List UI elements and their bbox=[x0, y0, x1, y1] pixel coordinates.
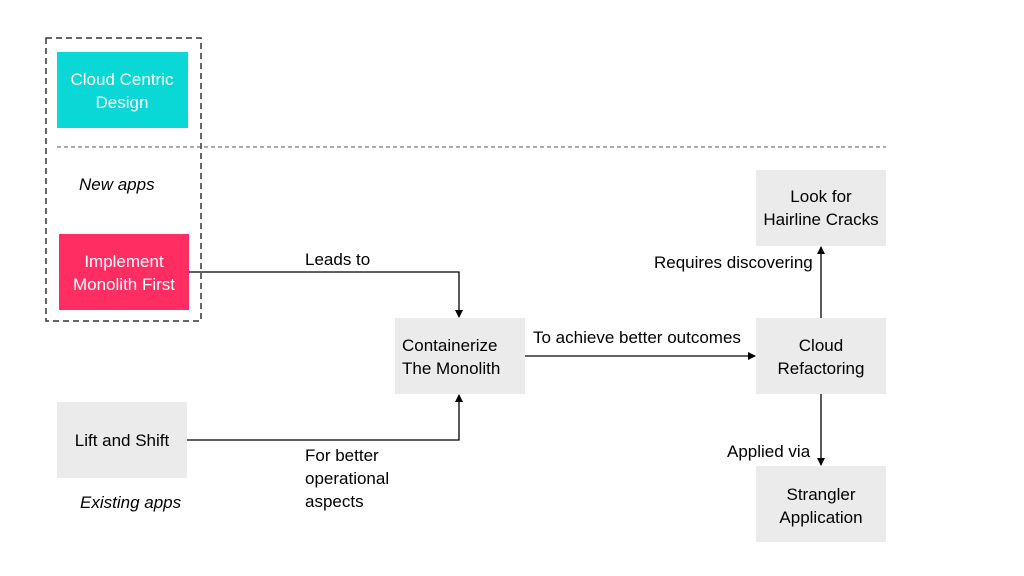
node-cloud-centric-design: Cloud Centric Design bbox=[57, 52, 188, 128]
node-label: Lift and Shift bbox=[75, 431, 170, 450]
node-box bbox=[395, 318, 525, 394]
arrow-operational bbox=[187, 394, 463, 441]
node-box bbox=[57, 52, 188, 128]
node-cloud-refactoring: Cloud Refactoring bbox=[756, 318, 886, 394]
edge-label-operational: For better bbox=[305, 446, 379, 465]
node-label: Hairline Cracks bbox=[763, 210, 878, 229]
node-label: Monolith First bbox=[73, 275, 175, 294]
node-label: Cloud Centric bbox=[71, 70, 174, 89]
node-label: Application bbox=[779, 508, 862, 527]
arrow-leads-to bbox=[189, 271, 463, 318]
node-strangler-application: Strangler Application bbox=[756, 466, 886, 542]
node-containerize-monolith: Containerize The Monolith bbox=[395, 318, 525, 394]
existing-apps-label: Existing apps bbox=[80, 493, 182, 512]
node-label: Implement bbox=[84, 252, 164, 271]
edge-label-applied-via: Applied via bbox=[727, 442, 811, 461]
edge-label-leads-to: Leads to bbox=[305, 250, 370, 269]
node-box bbox=[756, 170, 886, 246]
node-label: Containerize bbox=[402, 336, 497, 355]
node-label: Refactoring bbox=[778, 359, 865, 378]
node-box bbox=[756, 318, 886, 394]
node-label: Strangler bbox=[787, 485, 856, 504]
node-label: Look for bbox=[790, 187, 852, 206]
edge-label-better-outcomes: To achieve better outcomes bbox=[533, 328, 741, 347]
node-label: The Monolith bbox=[402, 359, 500, 378]
edge-label-operational: operational bbox=[305, 469, 389, 488]
node-label: Design bbox=[96, 93, 149, 112]
node-hairline-cracks: Look for Hairline Cracks bbox=[756, 170, 886, 246]
new-apps-label: New apps bbox=[79, 175, 155, 194]
edge-label-requires-discovering: Requires discovering bbox=[654, 253, 813, 272]
node-label: Cloud bbox=[799, 336, 843, 355]
node-box bbox=[756, 466, 886, 542]
node-box bbox=[59, 234, 189, 310]
edge-label-operational: aspects bbox=[305, 492, 364, 511]
diagram: Cloud Centric Design New apps Implement … bbox=[45, 37, 886, 542]
node-implement-monolith-first: Implement Monolith First bbox=[59, 234, 189, 310]
node-lift-and-shift: Lift and Shift bbox=[57, 402, 187, 478]
